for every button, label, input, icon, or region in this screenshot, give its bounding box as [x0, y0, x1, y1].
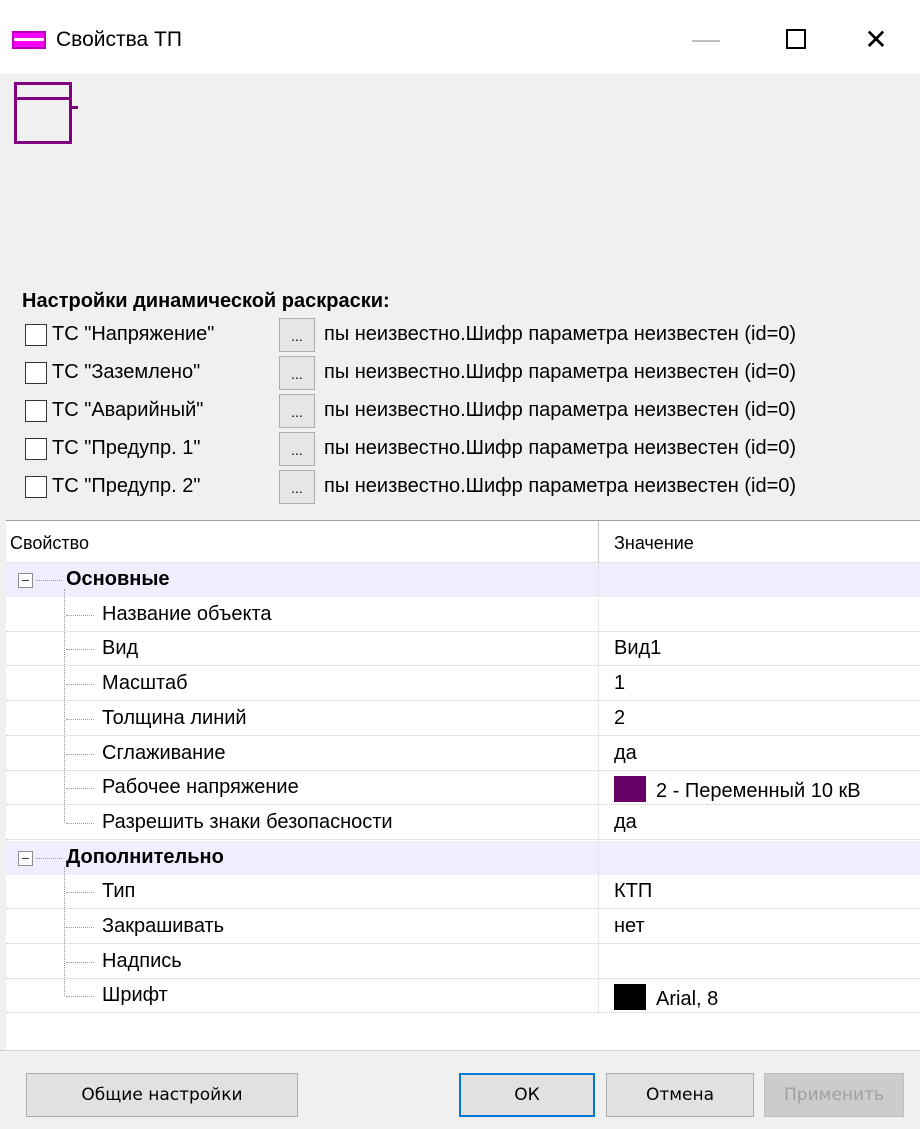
title-bar: Свойства ТП — ✕: [0, 0, 920, 74]
property-value-text: Arial, 8: [656, 988, 719, 1011]
dynamic-row-label: ТС "Аварийный": [52, 399, 204, 421]
minimize-icon: —: [692, 23, 720, 54]
property-value[interactable]: 2: [614, 707, 625, 730]
property-name: Толщина линий: [102, 706, 247, 729]
property-row[interactable]: Масштаб 1: [6, 667, 920, 702]
dynamic-row-checkbox[interactable]: [25, 476, 47, 498]
property-row[interactable]: Название объекта: [6, 597, 920, 632]
property-value[interactable]: Arial, 8: [614, 984, 718, 1011]
browse-button[interactable]: ...: [279, 394, 315, 428]
browse-button[interactable]: ...: [279, 356, 315, 390]
dynamic-row-label: ТС "Предупр. 1": [52, 437, 201, 459]
dynamic-row-value: пы неизвестно.Шифр параметра неизвестен …: [324, 361, 797, 383]
property-row[interactable]: Сглаживание да: [6, 736, 920, 771]
browse-button[interactable]: ...: [279, 318, 315, 352]
dynamic-row-value: пы неизвестно.Шифр параметра неизвестен …: [324, 437, 797, 459]
category-label: Дополнительно: [66, 845, 224, 868]
apply-button[interactable]: Применить: [764, 1073, 904, 1117]
cancel-button[interactable]: Отмена: [606, 1073, 754, 1117]
property-grid[interactable]: Свойство Значение − Основные Название объе…: [6, 520, 920, 1050]
property-row[interactable]: Вид Вид1: [6, 632, 920, 667]
property-value-text: Вид1: [614, 637, 662, 660]
property-row[interactable]: Рабочее напряжение 2 - Переменный 10 кВ: [6, 771, 920, 806]
property-row[interactable]: Толщина линий 2: [6, 701, 920, 736]
property-value[interactable]: 2 - Переменный 10 кВ: [614, 776, 861, 803]
property-name: Надпись: [102, 949, 182, 972]
property-name: Шрифт: [102, 984, 168, 1007]
dynamic-coloring-title: Настройки динамической раскраски:: [22, 290, 390, 312]
property-name: Масштаб: [102, 672, 188, 695]
category-row[interactable]: − Основные: [6, 563, 920, 597]
dynamic-row-checkbox[interactable]: [25, 324, 47, 346]
property-value[interactable]: да: [614, 742, 637, 765]
close-button[interactable]: ✕: [846, 14, 906, 64]
property-name: Рабочее напряжение: [102, 776, 299, 799]
dynamic-row: ТС "Аварийный"... пы неизвестно.Шифр пара…: [0, 394, 920, 428]
ok-button[interactable]: ОК: [459, 1073, 595, 1117]
collapse-icon[interactable]: −: [18, 573, 33, 588]
dynamic-row-value: пы неизвестно.Шифр параметра неизвестен …: [324, 475, 797, 497]
dynamic-row-checkbox[interactable]: [25, 362, 47, 384]
window-title: Свойства ТП: [56, 28, 182, 51]
color-swatch: [614, 776, 646, 803]
property-row[interactable]: Разрешить знаки безопасности да: [6, 805, 920, 840]
property-value-text: 1: [614, 672, 626, 695]
property-value[interactable]: да: [614, 811, 637, 834]
dynamic-row-label: ТС "Заземлено": [52, 361, 201, 383]
dynamic-row: ТС "Заземлено"... пы неизвестно.Шифр пара…: [0, 356, 920, 390]
substation-symbol-icon: [14, 82, 78, 144]
category-row[interactable]: − Дополнительно: [6, 840, 920, 875]
property-value-text: 2: [614, 706, 626, 729]
property-row[interactable]: Закрашивать нет: [6, 910, 920, 944]
property-name: Сглаживание: [102, 741, 226, 764]
dynamic-row-label: ТС "Напряжение": [52, 323, 215, 345]
category-label: Основные: [66, 568, 170, 590]
property-value[interactable]: КТП: [614, 880, 652, 903]
property-row[interactable]: Тип КТП: [6, 875, 920, 910]
property-value-text: да: [614, 810, 637, 833]
property-value-text: нет: [614, 915, 645, 937]
maximize-button[interactable]: [766, 14, 826, 64]
property-value-text: 2 - Переменный 10 кВ: [656, 780, 861, 803]
property-grid-header: Свойство Значение: [6, 521, 920, 563]
symbol-preview: [0, 74, 920, 284]
dynamic-row-checkbox[interactable]: [25, 400, 47, 422]
close-icon: ✕: [864, 23, 888, 55]
color-swatch: [614, 984, 646, 1011]
collapse-icon[interactable]: −: [18, 850, 33, 866]
property-value[interactable]: нет: [614, 915, 645, 938]
property-row[interactable]: Надпись: [6, 944, 920, 979]
column-header-value[interactable]: Значение: [614, 533, 694, 554]
property-value-text: да: [614, 741, 637, 764]
property-name: Название объекта: [102, 602, 272, 625]
property-name: Разрешить знаки безопасности: [102, 810, 393, 833]
dynamic-row: ТС "Предупр. 2"... пы неизвестно.Шифр пар…: [0, 470, 920, 504]
dynamic-row-value: пы неизвестно.Шифр параметра неизвестен …: [324, 323, 797, 345]
property-name: Вид: [102, 637, 139, 660]
browse-button[interactable]: ...: [279, 432, 315, 466]
dynamic-row: ТС "Предупр. 1"... пы неизвестно.Шифр пар…: [0, 432, 920, 466]
column-header-property[interactable]: Свойство: [10, 533, 89, 554]
dialog-footer: Общие настройки ОК Отмена Применить: [0, 1050, 920, 1129]
property-row[interactable]: Шрифт Arial, 8: [6, 979, 920, 1014]
property-value-text: КТП: [614, 880, 653, 903]
dynamic-row-checkbox[interactable]: [25, 438, 47, 460]
dynamic-row-label: ТС "Предупр. 2": [52, 475, 201, 497]
property-value[interactable]: Вид1: [614, 637, 661, 660]
dynamic-row-value: пы неизвестно.Шифр параметра неизвестен …: [324, 399, 797, 421]
browse-button[interactable]: ...: [279, 470, 315, 504]
minimize-button[interactable]: —: [676, 14, 736, 64]
maximize-icon: [786, 29, 806, 49]
property-name: Закрашивать: [102, 915, 225, 937]
property-name: Тип: [102, 880, 136, 903]
substation-app-icon: [12, 31, 46, 49]
general-settings-button[interactable]: Общие настройки: [26, 1073, 298, 1117]
dynamic-row: ТС "Напряжение"... пы неизвестно.Шифр пар…: [0, 318, 920, 352]
property-value[interactable]: 1: [614, 672, 625, 695]
